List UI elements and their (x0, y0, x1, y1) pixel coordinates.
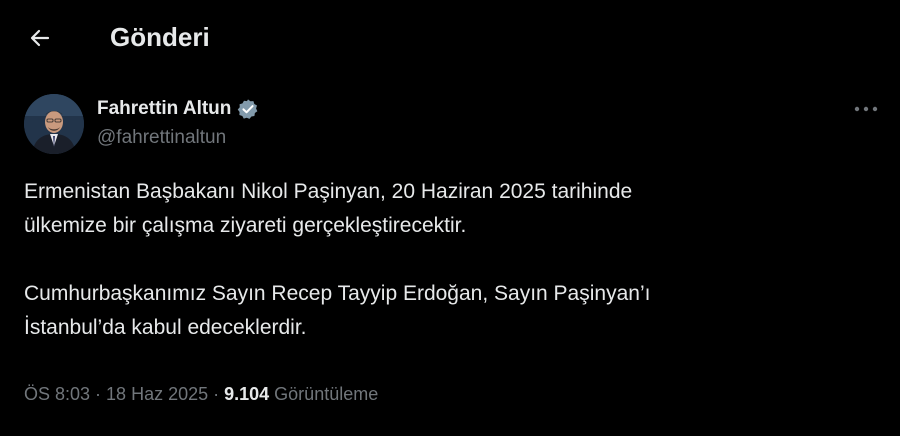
tweet-text: Ermenistan Başbakanı Nikol Paşinyan, 20 … (24, 175, 874, 345)
more-options-button[interactable] (848, 95, 884, 123)
tweet-meta: ÖS 8:03 · 18 Haz 2025 · 9.104 Görüntülem… (24, 384, 378, 405)
arrow-left-icon (30, 29, 50, 47)
tweet-line: Ermenistan Başbakanı Nikol Paşinyan, 20 … (24, 180, 633, 203)
tweet-line: ülkemize bir çalışma ziyareti gerçekleşt… (24, 214, 467, 237)
tweet-time[interactable]: ÖS 8:03 (24, 384, 90, 405)
more-horizontal-icon (854, 106, 878, 112)
tweet-line: Cumhurbaşkanımız Sayın Recep Tayyip Erdo… (24, 282, 651, 305)
views-count: 9.104 (224, 384, 270, 404)
avatar[interactable] (24, 94, 84, 154)
author-info: Fahrettin Altun (97, 96, 259, 122)
views-label: Görüntüleme (274, 384, 379, 404)
author-name[interactable]: Fahrettin Altun (97, 98, 231, 120)
tweet-line: İstanbul’da kabul edeceklerdir. (24, 316, 307, 339)
top-bar: Gönderi (0, 0, 900, 74)
separator: · (213, 384, 220, 404)
verified-badge-icon (238, 99, 258, 119)
back-button[interactable] (22, 20, 58, 56)
separator: · (95, 384, 102, 404)
tweet-date[interactable]: 18 Haz 2025 (106, 384, 208, 405)
page-title: Gönderi (110, 22, 210, 52)
author-handle[interactable]: @fahrettinaltun (97, 127, 226, 149)
profile-photo (24, 94, 84, 154)
